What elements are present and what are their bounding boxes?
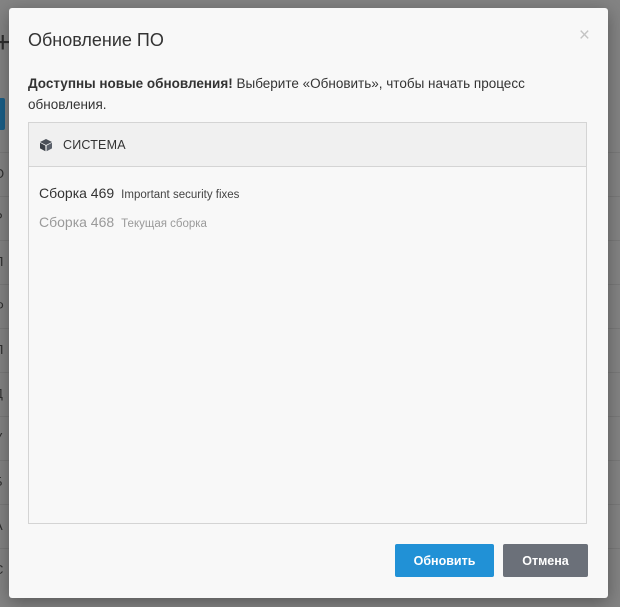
dialog-title: Обновление ПО (28, 30, 164, 50)
panel-header: СИСТЕМА (29, 123, 586, 167)
background-row-letter: У (0, 430, 2, 445)
cube-icon (39, 138, 53, 152)
background-row-letter: П (0, 342, 3, 357)
update-dialog: Обновление ПО × Доступны новые обновлени… (9, 8, 608, 598)
background-row-letter: А (0, 518, 3, 533)
update-button[interactable]: Обновить (395, 544, 494, 577)
build-item-468: Сборка 468 Текущая сборка (39, 214, 586, 243)
background-row-letter: Р (0, 210, 3, 225)
build-name: Сборка 468 (39, 214, 115, 230)
background-row-letter: Ф (0, 298, 4, 313)
dialog-message-highlight: Доступны новые обновления! (28, 76, 233, 91)
background-row-letter: С (0, 562, 3, 577)
build-description: Important security fixes (121, 189, 240, 201)
background-row-letter: П (0, 254, 3, 269)
cancel-button[interactable]: Отмена (503, 544, 588, 577)
build-name: Сборка 469 (39, 185, 115, 201)
background-row-letter: О (0, 166, 4, 181)
panel-title: СИСТЕМА (63, 137, 126, 152)
build-item-469: Сборка 469 Important security fixes (39, 185, 586, 214)
build-list: Сборка 469 Important security fixes Сбор… (29, 167, 586, 243)
system-updates-panel: СИСТЕМА Сборка 469 Important security fi… (28, 122, 587, 524)
close-icon[interactable]: × (579, 26, 590, 46)
dialog-message: Доступны новые обновления! Выберите «Обн… (28, 73, 588, 115)
background-row-letter: Д (0, 386, 3, 401)
background-accent-bar (0, 98, 5, 130)
background-row-letter: Б (0, 474, 3, 489)
build-description: Текущая сборка (121, 218, 207, 230)
